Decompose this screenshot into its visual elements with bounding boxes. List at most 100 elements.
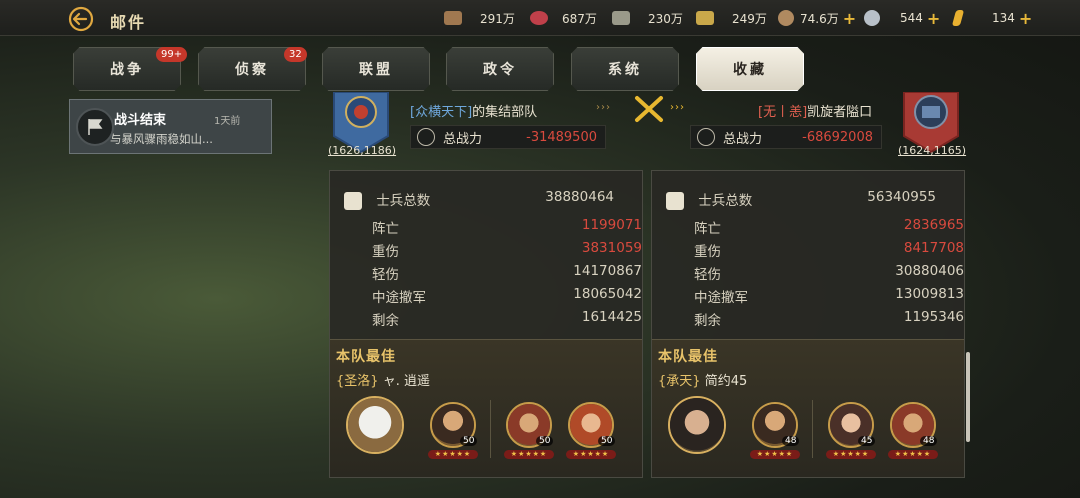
mail-title: 战斗结束 — [114, 113, 167, 128]
stone-icon — [612, 11, 630, 25]
stat-label: 中途撤军 — [372, 290, 426, 306]
tab-label: 联盟 — [359, 62, 393, 78]
best-title: 本队最佳 — [658, 349, 718, 365]
right-arrows: ››› — [670, 102, 685, 113]
add-copper-button[interactable]: + — [843, 9, 856, 28]
stat-label: 轻伤 — [372, 267, 399, 283]
resource-wood: 291万 — [444, 8, 515, 28]
stat-value: 30880406 — [895, 263, 964, 279]
defender-guild-tag: [无丨恙] — [758, 105, 808, 120]
hero-level: 50 — [460, 436, 478, 446]
resource-gold: 134 + — [951, 8, 1032, 28]
resource-iron: 249万 — [696, 8, 767, 28]
page-title: 邮件 — [110, 13, 147, 32]
player-avatar[interactable] — [346, 396, 404, 454]
tab-decree[interactable]: 政令 — [446, 47, 554, 91]
stat-value: 14170867 — [573, 263, 642, 279]
hero-level: 50 — [536, 436, 554, 446]
stat-row: 轻伤 14170867 — [372, 263, 642, 283]
helmet-icon — [666, 192, 684, 210]
player-guild-tag: {圣洛} — [336, 374, 379, 389]
stat-value: 1614425 — [581, 309, 642, 325]
player-guild-tag: {承天} — [658, 374, 701, 389]
defender-power: 总战力 -68692008 — [690, 125, 882, 149]
resource-stone: 230万 — [612, 8, 683, 28]
add-silver-button[interactable]: + — [927, 9, 940, 28]
copper-coin-icon — [778, 10, 794, 26]
tab-label: 侦察 — [235, 62, 269, 78]
tab-alliance[interactable]: 联盟 — [322, 47, 430, 91]
stat-label: 剩余 — [372, 313, 399, 329]
left-arrows: ››› — [596, 102, 611, 113]
stat-label: 阵亡 — [372, 221, 399, 237]
divider — [812, 400, 813, 458]
battle-flag-icon — [76, 108, 114, 146]
stat-label: 士兵总数 — [376, 193, 431, 209]
best-player-section: 本队最佳 {圣洛} ャ. 逍遥 50 ★★★★★ 50 ★★★★★ 50 ★★★… — [330, 339, 642, 477]
wood-icon — [444, 11, 462, 25]
defender-name: [无丨恙]凯旋者隘口 — [758, 101, 872, 120]
helmet-icon — [344, 192, 362, 210]
best-player-name: {圣洛} ャ. 逍遥 — [336, 370, 430, 389]
mail-list-item[interactable]: 战斗结束 1天前 与暴风骤雨稳如山... — [69, 99, 272, 154]
hero-stars: ★★★★★ — [428, 450, 478, 459]
stat-label: 重伤 — [372, 244, 399, 260]
unread-badge: 32 — [284, 47, 307, 62]
hero-level: 48 — [782, 436, 800, 446]
stat-row: 中途撤军 13009813 — [694, 286, 964, 306]
attacker-power: 总战力 -31489500 — [410, 125, 606, 149]
power-icon — [417, 128, 435, 146]
stat-row: 剩余 1614425 — [372, 309, 642, 329]
hero-level: 45 — [858, 436, 876, 446]
resource-value: 544 — [900, 11, 923, 25]
hero-stars: ★★★★★ — [750, 450, 800, 459]
crossed-swords-icon — [632, 94, 666, 128]
stat-value: 18065042 — [573, 286, 642, 302]
hero-stars: ★★★★★ — [888, 450, 938, 459]
gold-ingot-icon — [951, 10, 965, 26]
mail-time: 1天前 — [214, 116, 241, 127]
attacker-guild-tag: [众横天下] — [410, 105, 473, 120]
attacker-stats-panel: 士兵总数 38880464 阵亡 1199071 重伤 3831059 轻伤 1417… — [329, 170, 643, 478]
best-player-name: {承天} 简约45 — [658, 370, 747, 389]
defender-stats-panel: 士兵总数 56340955 阵亡 2836965 重伤 8417708 轻伤 3088… — [651, 170, 965, 478]
stat-row: 轻伤 30880406 — [694, 263, 964, 283]
stat-label: 士兵总数 — [698, 193, 753, 209]
resource-value: 74.6万 — [800, 11, 839, 26]
tab-label: 系统 — [608, 62, 642, 78]
scrollbar[interactable] — [966, 352, 970, 442]
meat-icon — [530, 11, 548, 25]
hero-level: 48 — [920, 436, 938, 446]
stat-row: 剩余 1195346 — [694, 309, 964, 329]
power-label: 总战力 — [443, 131, 483, 147]
add-gold-button[interactable]: + — [1019, 9, 1032, 28]
top-bar: 邮件 291万 687万 230万 249万 74.6万 + 544 + 134… — [0, 0, 1080, 36]
resource-silver: 544 + — [864, 8, 940, 28]
power-value: -68692008 — [802, 129, 873, 145]
resource-value: 687万 — [562, 11, 597, 26]
stat-label: 轻伤 — [694, 267, 721, 283]
stat-label: 剩余 — [694, 313, 721, 329]
stat-row: 阵亡 1199071 — [372, 217, 642, 237]
attacker-name: [众横天下]的集结部队 — [410, 101, 537, 120]
tab-system[interactable]: 系统 — [571, 47, 679, 91]
power-icon — [697, 128, 715, 146]
hero-stars: ★★★★★ — [826, 450, 876, 459]
divider — [490, 400, 491, 458]
mail-preview: 与暴风骤雨稳如山... — [110, 132, 213, 146]
tab-favorites[interactable]: 收藏 — [696, 47, 804, 91]
stat-label: 重伤 — [694, 244, 721, 260]
hero-stars: ★★★★★ — [504, 450, 554, 459]
resource-value: 291万 — [480, 11, 515, 26]
player-name: 简约45 — [704, 374, 748, 389]
stat-value: 1199071 — [581, 217, 642, 233]
hero-level: 50 — [598, 436, 616, 446]
defender-coordinates-link[interactable]: (1624,1165) — [898, 144, 966, 157]
tab-label: 政令 — [483, 62, 517, 78]
attacker-coordinates-link[interactable]: (1626,1186) — [328, 144, 396, 157]
player-avatar[interactable] — [668, 396, 726, 454]
total-soldiers-row: 士兵总数 38880464 — [344, 189, 634, 210]
back-arrow-icon[interactable] — [66, 6, 96, 32]
stat-value: 2836965 — [903, 217, 964, 233]
iron-icon — [696, 11, 714, 25]
